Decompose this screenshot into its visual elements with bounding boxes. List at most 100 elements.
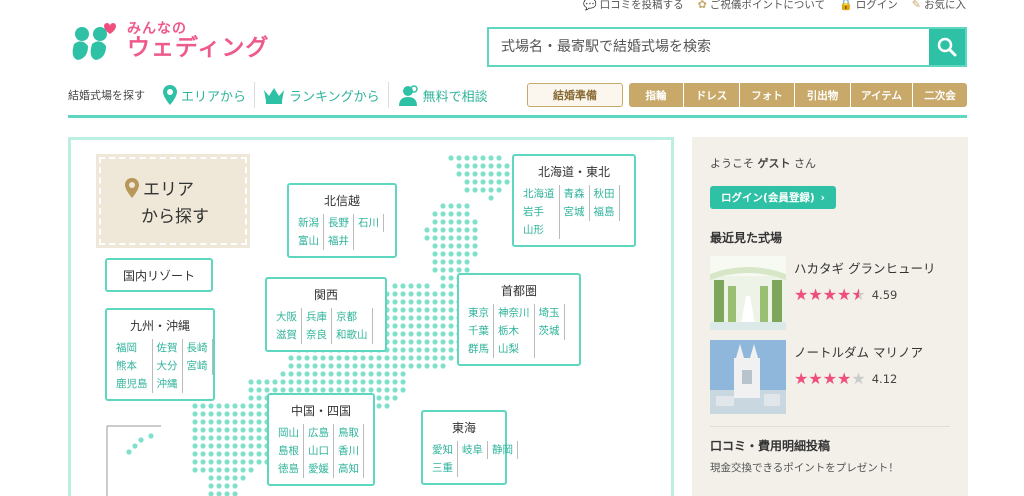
region-kanto: 首都圏 東京 神奈川 埼玉 千葉 栃木 茨城 群馬 山梨	[457, 273, 581, 366]
review-post-subtext: 現金交換できるポイントをプレゼント！	[710, 462, 899, 474]
prefecture-link[interactable]: 佐賀	[153, 339, 183, 357]
prefecture-link[interactable]: 長野	[324, 214, 354, 232]
category-tabs: 指輪 ドレス フォト 引出物 アイテム 二次会	[629, 83, 967, 107]
prefecture-link[interactable]: 島根	[278, 442, 304, 460]
star-icon: ★	[808, 369, 823, 388]
search-icon	[937, 37, 957, 57]
region-name: 中国・四国	[290, 404, 351, 418]
prefecture-link[interactable]: 熊本	[116, 357, 153, 375]
prefecture-link[interactable]: 鹿児島	[116, 375, 153, 393]
prefecture-link[interactable]: 栃木	[494, 322, 535, 340]
prefecture-link[interactable]: 秋田	[590, 185, 620, 203]
cat-tab-gifts[interactable]: 引出物	[795, 83, 851, 107]
prefecture-link[interactable]: 高知	[334, 460, 364, 478]
prefecture-link[interactable]: 静岡	[488, 441, 518, 459]
prefecture-link[interactable]: 大阪	[276, 308, 302, 326]
prefecture-link[interactable]: 山梨	[494, 340, 535, 358]
prefecture-link[interactable]: 奈良	[302, 326, 332, 344]
prefecture-link[interactable]: 北海道	[523, 185, 560, 203]
prefecture-link[interactable]: 京都	[332, 308, 373, 326]
prefecture-link[interactable]: 兵庫	[302, 308, 332, 326]
prefecture-link[interactable]: 山口	[304, 442, 334, 460]
recent-venues-title: 最近見た式場	[710, 231, 783, 245]
cat-tab-dress[interactable]: ドレス	[684, 83, 740, 107]
region-chugoku-shikoku: 中国・四国岡山 広島 鳥取島根 山口 香川徳島 愛媛 高知	[267, 393, 375, 486]
prefecture-link[interactable]: 富山	[298, 232, 324, 250]
nav-item-area[interactable]: エリアから	[155, 82, 256, 108]
prefecture-link[interactable]: 徳島	[278, 460, 304, 478]
login-link[interactable]: 🔒 ログイン	[839, 0, 898, 12]
star-icon: ★	[822, 369, 838, 388]
prefecture-link[interactable]: 埼玉	[535, 304, 565, 322]
prefecture-link[interactable]: 宮崎	[183, 357, 213, 375]
star-icon: ★	[837, 285, 852, 304]
cat-tab-items[interactable]: アイテム	[851, 83, 913, 107]
search-input[interactable]	[489, 29, 929, 65]
cat-tab-photo[interactable]: フォト	[740, 83, 795, 107]
recent-venue-item[interactable]: ハカタギ グランヒューリ ★ ★ ★ ★ ★ 4.59	[710, 256, 950, 330]
post-review-link[interactable]: 💬 口コミを投稿する	[583, 0, 684, 12]
prefecture-link[interactable]: 福岡	[116, 339, 153, 357]
speech-bubble-icon: 💬	[582, 0, 597, 11]
prefecture-link[interactable]: 岐阜	[458, 441, 488, 459]
venue-name: ノートルダム マリノア	[794, 345, 923, 360]
cat-tab-rings[interactable]: 指輪	[629, 83, 684, 107]
main-nav: 結婚式場を探す エリアから ランキングから 無料で相談	[68, 80, 496, 110]
prefecture-link[interactable]: 茨城	[535, 322, 565, 340]
prefecture-link[interactable]: 福島	[590, 203, 620, 221]
domestic-resort-button[interactable]: 国内リゾート	[105, 258, 213, 292]
cat-tab-afterparty[interactable]: 二次会	[913, 83, 967, 107]
prefecture-link[interactable]: 東京	[468, 304, 494, 322]
prefecture-link[interactable]: 福井	[324, 232, 354, 250]
region-name: 北信越	[323, 194, 360, 208]
prefecture-link[interactable]: 岡山	[278, 424, 304, 442]
region-kansai: 関西 大阪 兵庫 京都滋賀 奈良 和歌山	[265, 277, 387, 352]
prefecture-link[interactable]: 沖縄	[153, 375, 183, 393]
lock-icon: 🔒	[839, 0, 853, 11]
logo-mark-icon	[68, 20, 123, 62]
prefecture-link[interactable]: 鳥取	[334, 424, 364, 442]
star-icon: ★	[794, 369, 809, 388]
prefecture-link[interactable]: 石川	[354, 214, 384, 232]
prefecture-link[interactable]: 新潟	[298, 214, 324, 232]
favorites-link[interactable]: ✎ お気に入	[912, 0, 966, 12]
advisor-icon	[398, 85, 418, 106]
wedding-prep-button[interactable]: 結婚準備	[527, 83, 623, 107]
logo-sub-text: みんなの	[127, 21, 187, 37]
prefecture-link[interactable]: 山形	[523, 221, 560, 239]
review-post-title[interactable]: 口コミ・費用明細投稿	[710, 437, 950, 454]
recent-venue-item[interactable]: ノートルダム マリノア ★ ★ ★ ★ ★ 4.12	[710, 340, 950, 414]
prefecture-link[interactable]: 三重	[432, 459, 458, 477]
star-icon: ★	[851, 369, 866, 388]
prefecture-link[interactable]: 千葉	[468, 322, 494, 340]
star-icon: ★	[837, 369, 852, 388]
venue-thumbnail	[710, 340, 786, 414]
prefecture-link[interactable]: 愛媛	[304, 460, 334, 478]
nav-item-ranking[interactable]: ランキングから	[255, 82, 389, 108]
region-name: 東海	[451, 421, 476, 435]
search-button[interactable]	[929, 29, 965, 65]
prefecture-link[interactable]: 広島	[304, 424, 334, 442]
region-name: 関西	[313, 288, 338, 302]
nav-item-consult[interactable]: 無料で相談	[389, 82, 496, 108]
prefecture-link[interactable]: 宮城	[560, 203, 590, 221]
prefecture-link[interactable]: 香川	[334, 442, 364, 460]
prefecture-link[interactable]: 愛知	[432, 441, 458, 459]
venue-rating: 4.12	[871, 371, 898, 386]
prefecture-link[interactable]: 岩手	[523, 203, 560, 221]
gift-points-link[interactable]: ✿ ご祝儀ポイントについて	[698, 0, 825, 12]
page: 💬 口コミを投稿する ✿ ご祝儀ポイントについて 🔒 ログイン ✎ お気に入 みんなの …	[0, 0, 1024, 496]
login-register-button[interactable]: ログイン(会員登録) ›	[710, 186, 836, 209]
prefecture-link[interactable]: 青森	[560, 185, 590, 203]
prefecture-link[interactable]: 滋賀	[276, 326, 302, 344]
region-hokuriku: 北信越新潟 長野 石川富山 福井	[287, 183, 397, 258]
venue-rating-stars: ★ ★ ★ ★ ★ 4.12	[794, 369, 923, 388]
prefecture-link[interactable]: 大分	[153, 357, 183, 375]
site-logo[interactable]: みんなの ウェディング	[68, 20, 269, 62]
prefecture-link[interactable]: 神奈川	[494, 304, 535, 322]
half-star-icon: ★	[851, 285, 866, 304]
welcome-text: ようこそ ゲスト さん	[710, 157, 816, 170]
prefecture-link[interactable]: 群馬	[468, 340, 494, 358]
prefecture-link[interactable]: 和歌山	[332, 326, 373, 344]
prefecture-link[interactable]: 長崎	[183, 339, 213, 357]
